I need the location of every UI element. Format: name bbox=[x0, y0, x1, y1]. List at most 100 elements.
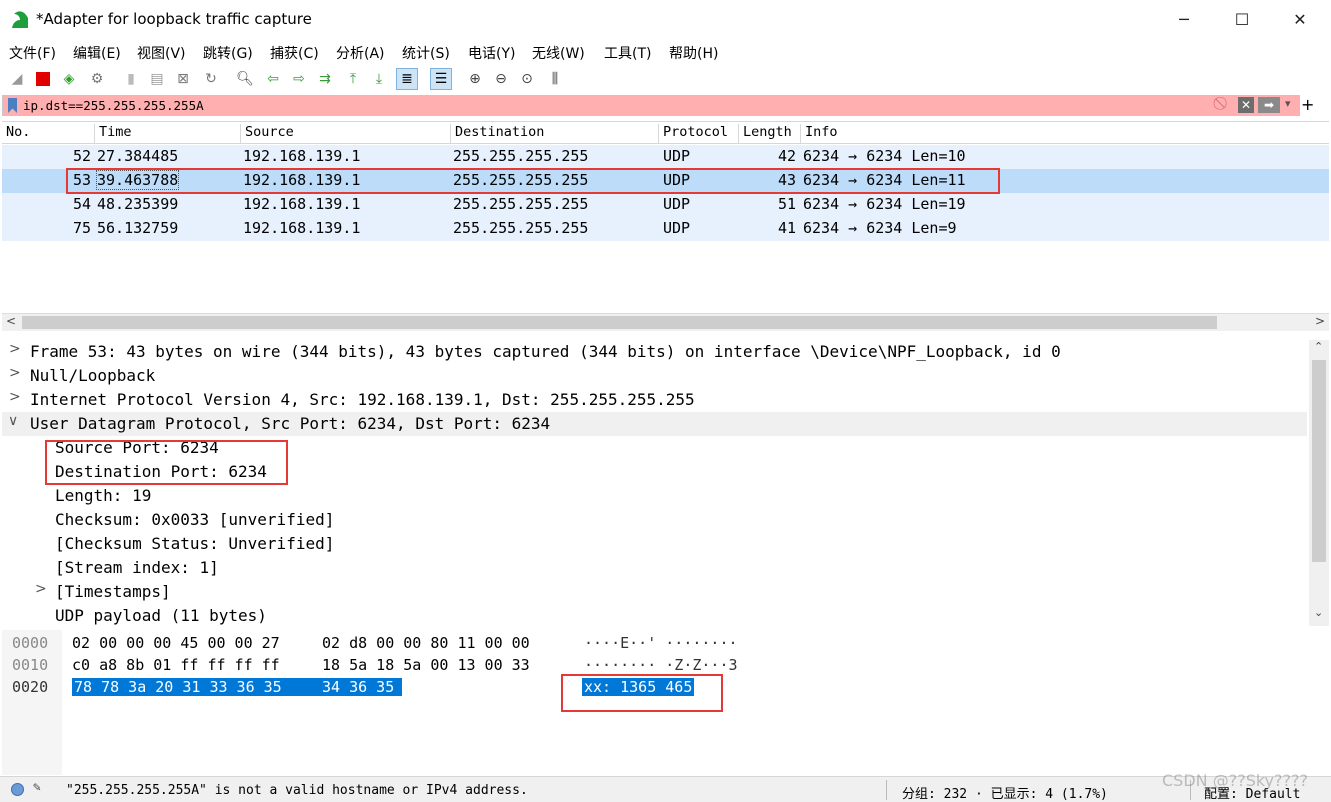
packet-time: 27.384485 bbox=[97, 147, 179, 165]
status-message: "255.255.255.255A" is not a valid hostna… bbox=[66, 783, 528, 798]
start-capture-icon[interactable]: ◢ bbox=[6, 68, 28, 90]
expand-arrow-icon[interactable]: > bbox=[9, 341, 21, 357]
packet-row[interactable]: 75 56.132759 192.168.139.1 255.255.255.2… bbox=[2, 217, 1329, 241]
colorize-icon[interactable]: ☰ bbox=[430, 68, 452, 90]
expand-arrow-icon[interactable]: > bbox=[9, 365, 21, 381]
display-filter-bar[interactable]: ip.dst==255.255.255.255A ⃠ ✕ ➡ ▾ bbox=[2, 95, 1300, 116]
annotation-box-payload bbox=[561, 674, 723, 712]
capture-options-icon[interactable]: ⚙ bbox=[86, 68, 108, 90]
scroll-up-icon[interactable]: ⌃ bbox=[1314, 340, 1323, 353]
column-no[interactable]: No. bbox=[2, 124, 30, 144]
tree-item-label: User Datagram Protocol, Src Port: 6234, … bbox=[30, 414, 551, 433]
close-file-icon[interactable]: ⊠ bbox=[172, 68, 194, 90]
packet-time: 56.132759 bbox=[97, 219, 179, 237]
menu-analyze[interactable]: 分析(A) bbox=[336, 43, 385, 63]
tree-item-length[interactable]: Length: 19 bbox=[2, 484, 1307, 508]
go-last-icon[interactable]: ⤓ bbox=[368, 68, 390, 90]
apply-filter-icon[interactable]: ➡ bbox=[1258, 97, 1280, 113]
tree-item-udp-payload[interactable]: UDP payload (11 bytes) bbox=[2, 604, 1307, 626]
clear-filter-icon[interactable]: ✕ bbox=[1238, 97, 1254, 113]
maximize-button[interactable]: ☐ bbox=[1213, 0, 1271, 38]
scroll-left-icon[interactable]: < bbox=[6, 314, 16, 328]
zoom-out-icon[interactable]: ⊖ bbox=[490, 68, 512, 90]
expand-arrow-icon[interactable]: > bbox=[9, 389, 21, 405]
menu-view[interactable]: 视图(V) bbox=[137, 43, 186, 63]
hex-ascii[interactable]: ········ ·Z·Z···3 bbox=[584, 656, 738, 674]
scrollbar-thumb[interactable] bbox=[1312, 360, 1326, 562]
close-button[interactable]: ✕ bbox=[1271, 0, 1329, 38]
tree-item-ipv4[interactable]: > Internet Protocol Version 4, Src: 192.… bbox=[2, 388, 1307, 412]
menu-capture[interactable]: 捕获(C) bbox=[270, 43, 319, 63]
tree-item-checksum[interactable]: Checksum: 0x0033 [unverified] bbox=[2, 508, 1307, 532]
save-file-icon[interactable]: ▤ bbox=[146, 68, 168, 90]
column-length[interactable]: Length bbox=[738, 124, 800, 144]
column-info[interactable]: Info bbox=[800, 124, 1320, 144]
go-first-icon[interactable]: ⤒ bbox=[342, 68, 364, 90]
column-protocol[interactable]: Protocol bbox=[658, 124, 738, 144]
hex-bytes-b[interactable]: 34 36 35 bbox=[322, 678, 397, 696]
packet-no: 75 bbox=[72, 219, 91, 237]
packet-list-header: No. Time Source Destination Protocol Len… bbox=[2, 121, 1329, 144]
zoom-in-icon[interactable]: ⊕ bbox=[464, 68, 486, 90]
tree-item-frame[interactable]: > Frame 53: 43 bytes on wire (344 bits),… bbox=[2, 340, 1307, 364]
scroll-down-icon[interactable]: ⌄ bbox=[1314, 606, 1323, 619]
hex-ascii[interactable]: ····E··' ········ bbox=[584, 634, 738, 652]
packet-no: 52 bbox=[72, 147, 91, 165]
go-to-packet-icon[interactable]: ⇉ bbox=[314, 68, 336, 90]
column-destination[interactable]: Destination bbox=[450, 124, 658, 144]
display-filter-input[interactable]: ip.dst==255.255.255.255A bbox=[23, 98, 204, 113]
packet-row[interactable]: 54 48.235399 192.168.139.1 255.255.255.2… bbox=[2, 193, 1329, 217]
tree-item-timestamps[interactable]: > [Timestamps] bbox=[2, 580, 1307, 604]
auto-scroll-icon[interactable]: ≣ bbox=[396, 68, 418, 90]
menu-go[interactable]: 跳转(G) bbox=[203, 43, 253, 63]
go-forward-icon[interactable]: ⇨ bbox=[288, 68, 310, 90]
expand-arrow-icon[interactable]: > bbox=[35, 581, 47, 597]
menu-wireless[interactable]: 无线(W) bbox=[532, 43, 585, 63]
tree-item-label: Frame 53: 43 bytes on wire (344 bits), 4… bbox=[30, 342, 1061, 361]
restart-capture-icon[interactable]: ◈ bbox=[58, 68, 80, 90]
resize-columns-icon[interactable]: ⫼ bbox=[544, 68, 566, 90]
minimize-button[interactable]: ─ bbox=[1155, 0, 1213, 38]
column-time[interactable]: Time bbox=[94, 124, 240, 144]
capture-comment-icon[interactable]: ✎ bbox=[33, 780, 41, 795]
tree-item-checksum-status[interactable]: [Checksum Status: Unverified] bbox=[2, 532, 1307, 556]
packet-row[interactable]: 52 27.384485 192.168.139.1 255.255.255.2… bbox=[2, 145, 1329, 169]
go-back-icon[interactable]: ⇦ bbox=[262, 68, 284, 90]
menu-telephony[interactable]: 电话(Y) bbox=[468, 43, 515, 63]
tree-item-null-loopback[interactable]: > Null/Loopback bbox=[2, 364, 1307, 388]
packet-list-hscrollbar[interactable]: < > bbox=[2, 313, 1329, 331]
collapse-arrow-icon[interactable]: ∨ bbox=[8, 413, 18, 429]
expert-info-icon[interactable] bbox=[11, 783, 24, 796]
scrollbar-thumb[interactable] bbox=[22, 316, 1217, 329]
scroll-right-icon[interactable]: > bbox=[1315, 314, 1325, 328]
packet-counts: 分组: 232 · 已显示: 4 (1.7%) bbox=[902, 787, 1108, 802]
open-file-icon[interactable]: ▮ bbox=[120, 68, 142, 90]
hex-bytes-b[interactable]: 02 d8 00 00 80 11 00 00 bbox=[322, 634, 530, 652]
bookmark-icon[interactable] bbox=[8, 98, 17, 113]
filter-history-icon[interactable]: ▾ bbox=[1285, 97, 1291, 110]
packet-source: 192.168.139.1 bbox=[243, 219, 361, 237]
reload-file-icon[interactable]: ↻ bbox=[200, 68, 222, 90]
tree-item-label: Null/Loopback bbox=[30, 366, 156, 385]
menu-tools[interactable]: 工具(T) bbox=[604, 43, 651, 63]
column-source[interactable]: Source bbox=[240, 124, 450, 144]
details-vscrollbar[interactable]: ⌃ ⌄ bbox=[1309, 340, 1329, 626]
hex-bytes-a[interactable]: c0 a8 8b 01 ff ff ff ff bbox=[72, 656, 280, 674]
menu-edit[interactable]: 编辑(E) bbox=[73, 43, 121, 63]
stop-capture-icon[interactable] bbox=[32, 68, 54, 90]
tree-item-udp[interactable]: ∨ User Datagram Protocol, Src Port: 6234… bbox=[2, 412, 1307, 436]
zoom-normal-icon[interactable]: ⊙ bbox=[516, 68, 538, 90]
find-packet-icon[interactable]: 🔍︎ bbox=[234, 68, 256, 90]
add-filter-button[interactable]: + bbox=[1301, 95, 1314, 114]
menu-file[interactable]: 文件(F) bbox=[9, 43, 56, 63]
packet-destination: 255.255.255.255 bbox=[453, 147, 589, 165]
hex-line[interactable]: 0000 02 00 00 00 45 00 00 27 02 d8 00 00… bbox=[2, 634, 1322, 656]
tree-item-stream-index[interactable]: [Stream index: 1] bbox=[2, 556, 1307, 580]
hex-bytes-b[interactable]: 18 5a 18 5a 00 13 00 33 bbox=[322, 656, 530, 674]
title-bar: *Adapter for loopback traffic capture ─ … bbox=[0, 0, 1331, 38]
menu-statistics[interactable]: 统计(S) bbox=[402, 43, 450, 63]
menu-help[interactable]: 帮助(H) bbox=[669, 43, 718, 63]
wireshark-logo-icon bbox=[12, 11, 28, 28]
hex-bytes-a[interactable]: 02 00 00 00 45 00 00 27 bbox=[72, 634, 280, 652]
watermark-text: CSDN @??Sky???? bbox=[1162, 771, 1308, 790]
